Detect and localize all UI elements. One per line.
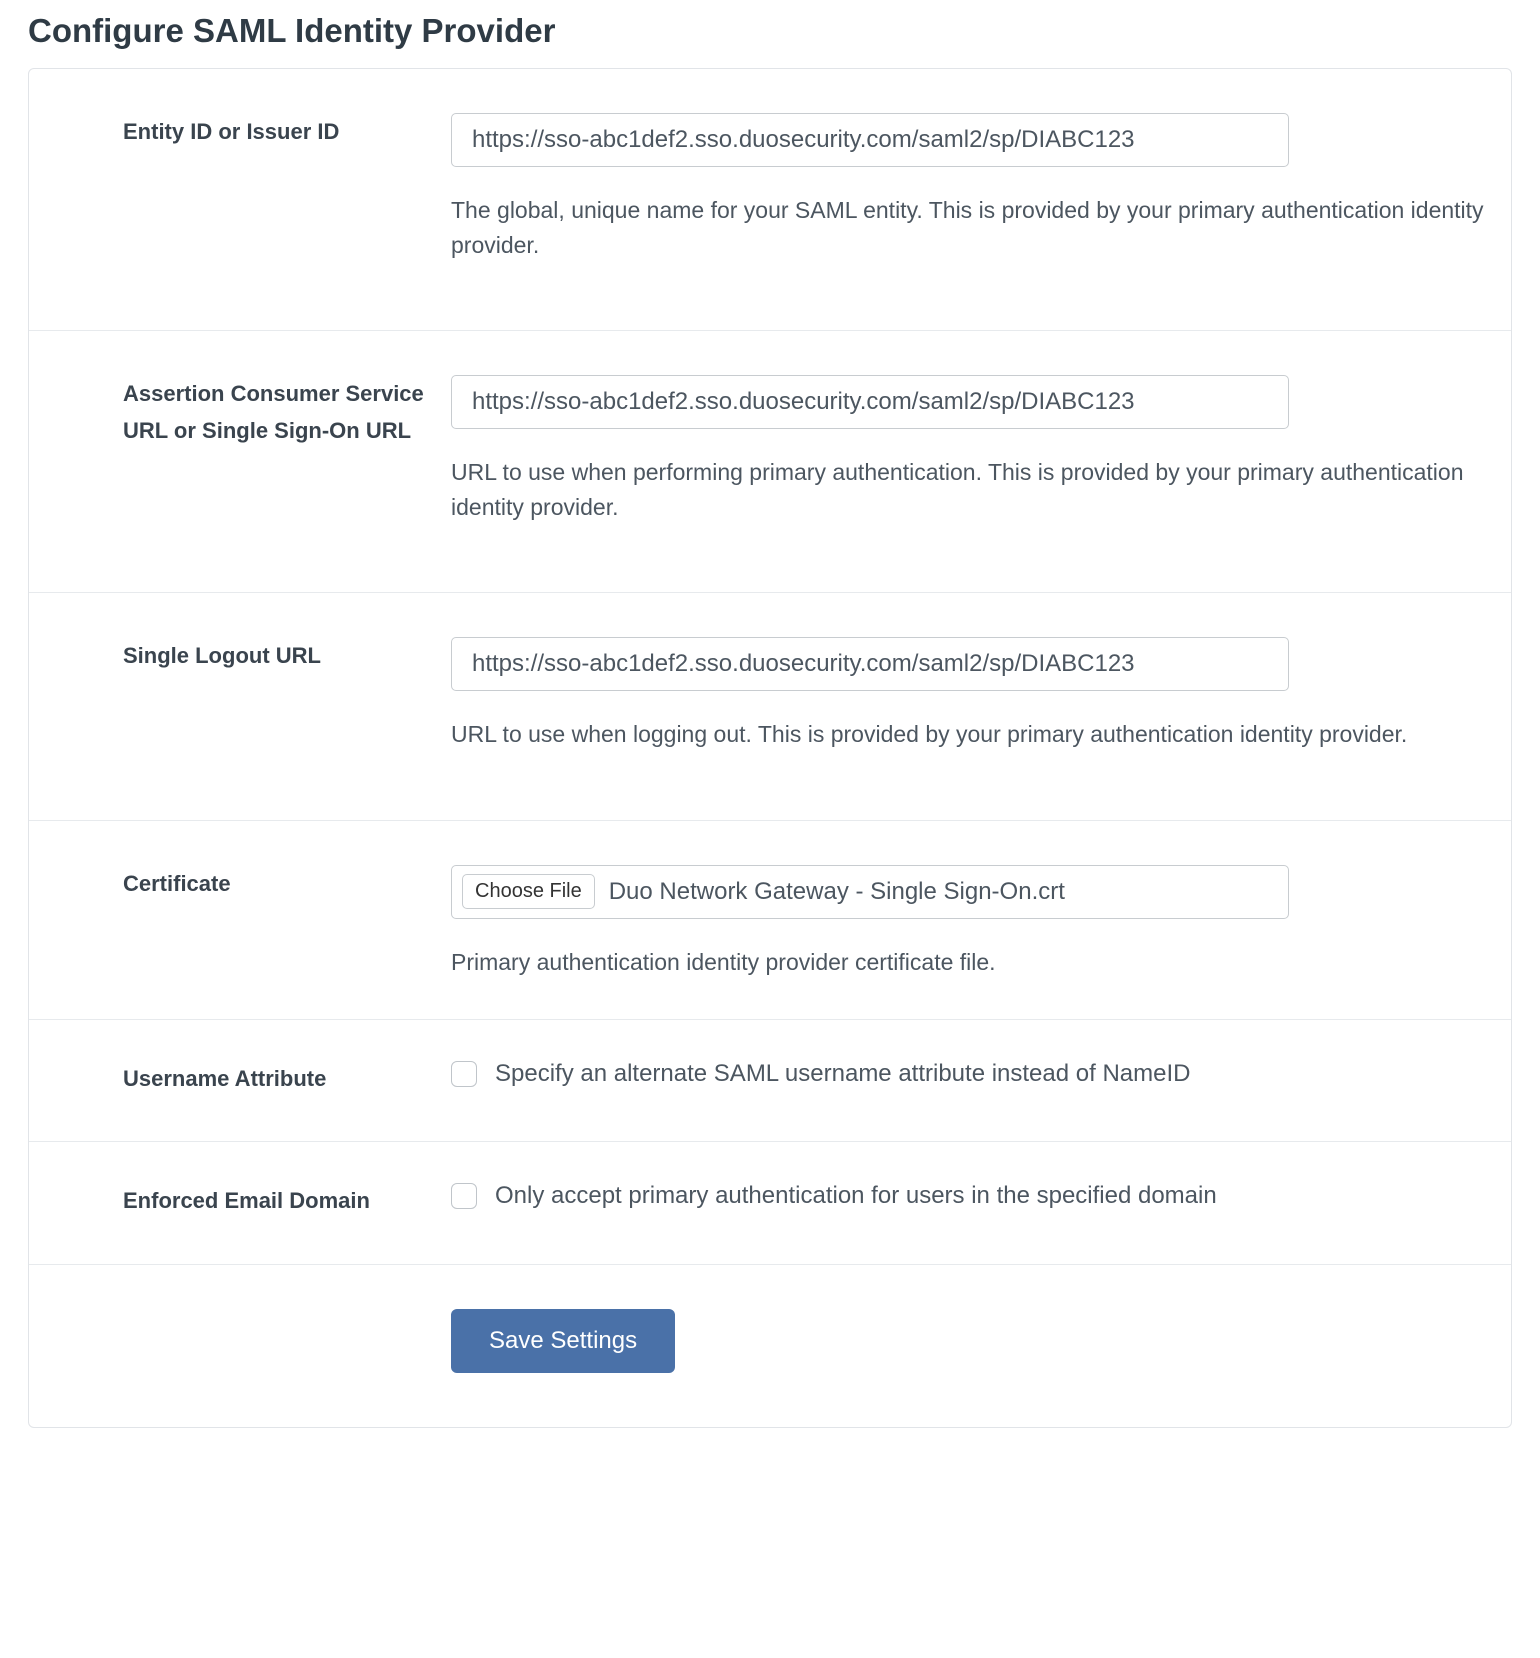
row-slo-url: Single Logout URL URL to use when loggin… (29, 593, 1511, 821)
label-entity-id: Entity ID or Issuer ID (123, 113, 339, 150)
label-acs-url: Assertion Consumer Service URL or Single… (123, 375, 431, 450)
save-settings-button[interactable]: Save Settings (451, 1309, 675, 1373)
help-certificate: Primary authentication identity provider… (451, 945, 1485, 980)
row-entity-id: Entity ID or Issuer ID The global, uniqu… (29, 69, 1511, 331)
row-certificate: Certificate Choose File Duo Network Gate… (29, 821, 1511, 1021)
username-attribute-checkbox[interactable] (451, 1061, 477, 1087)
certificate-file-name: Duo Network Gateway - Single Sign-On.crt (609, 878, 1065, 906)
help-acs-url: URL to use when performing primary authe… (451, 455, 1485, 524)
row-enforced-domain: Enforced Email Domain Only accept primar… (29, 1142, 1511, 1264)
label-slo-url: Single Logout URL (123, 637, 321, 674)
label-enforced-domain: Enforced Email Domain (123, 1182, 370, 1219)
help-entity-id: The global, unique name for your SAML en… (451, 193, 1485, 262)
certificate-file-input[interactable]: Choose File Duo Network Gateway - Single… (451, 865, 1289, 919)
label-username-attribute: Username Attribute (123, 1060, 326, 1097)
username-attribute-checkbox-label: Specify an alternate SAML username attri… (495, 1060, 1190, 1088)
row-save: Save Settings (29, 1265, 1511, 1427)
row-acs-url: Assertion Consumer Service URL or Single… (29, 331, 1511, 593)
acs-url-input[interactable] (451, 375, 1289, 429)
entity-id-input[interactable] (451, 113, 1289, 167)
enforced-domain-checkbox-label: Only accept primary authentication for u… (495, 1182, 1217, 1210)
saml-config-panel: Entity ID or Issuer ID The global, uniqu… (28, 68, 1512, 1428)
label-certificate: Certificate (123, 865, 231, 902)
choose-file-button[interactable]: Choose File (462, 874, 595, 909)
row-username-attribute: Username Attribute Specify an alternate … (29, 1020, 1511, 1142)
page-title: Configure SAML Identity Provider (28, 12, 1512, 50)
help-slo-url: URL to use when logging out. This is pro… (451, 717, 1485, 752)
enforced-domain-checkbox[interactable] (451, 1183, 477, 1209)
slo-url-input[interactable] (451, 637, 1289, 691)
